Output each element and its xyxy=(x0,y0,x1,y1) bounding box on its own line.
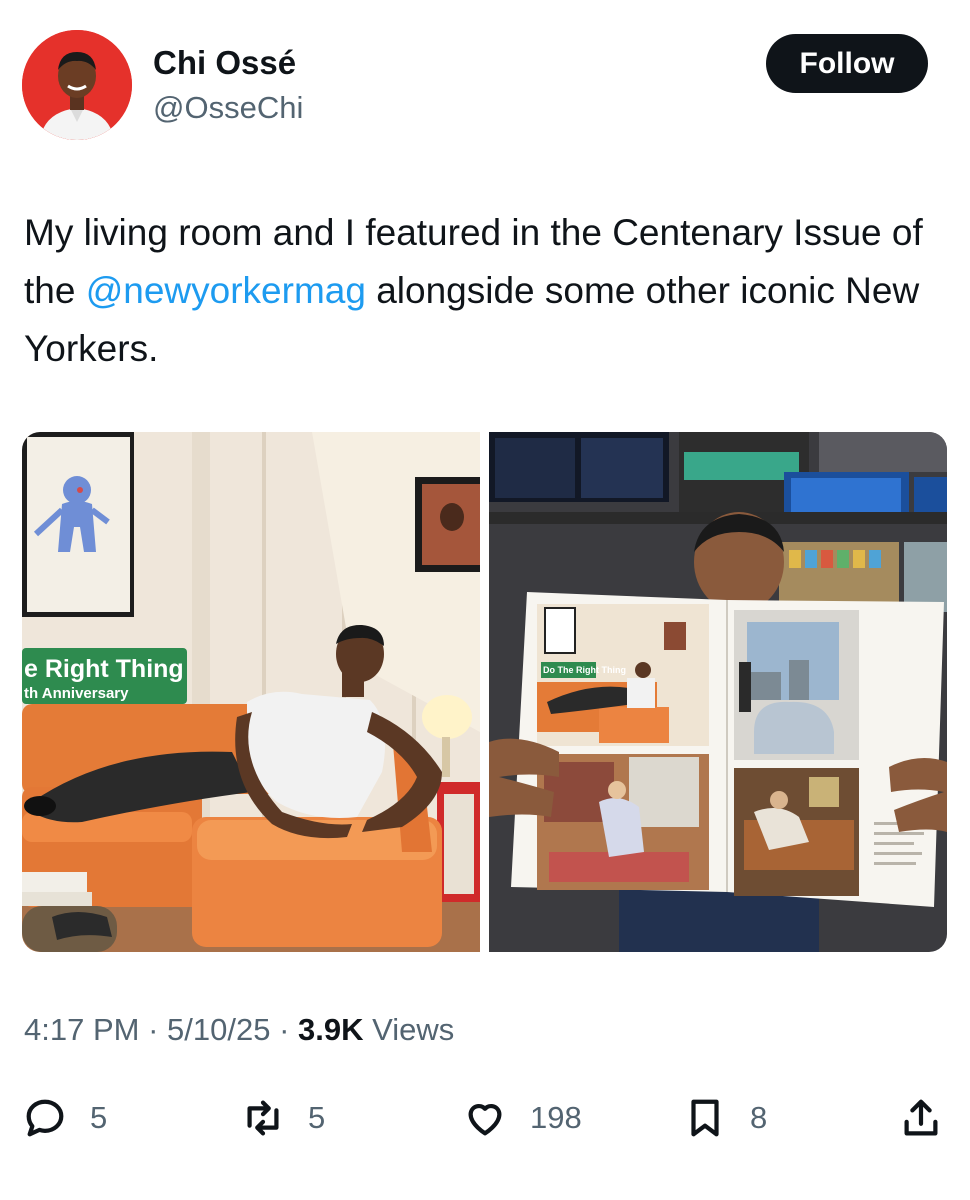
tweet-meta: 4:17 PM · 5/10/25 · 3.9K Views xyxy=(24,1012,454,1048)
meta-separator: · xyxy=(139,1012,168,1047)
magazine-sign-text: Do The Right Thing xyxy=(543,665,626,675)
photo-living-room[interactable]: e Right Thing th Anniversary xyxy=(22,432,480,952)
share-button[interactable] xyxy=(898,1093,944,1143)
bookmark-button[interactable]: 8 xyxy=(682,1093,767,1143)
tweet-time[interactable]: 4:17 PM xyxy=(24,1012,139,1047)
mention-link[interactable]: @newyorkermag xyxy=(86,270,366,311)
reply-icon xyxy=(26,1099,64,1137)
tweet-text: My living room and I featured in the Cen… xyxy=(24,204,924,378)
street-sign-subtext: th Anniversary xyxy=(24,685,129,702)
share-icon xyxy=(904,1099,938,1136)
repost-count: 5 xyxy=(308,1100,326,1135)
street-sign-text: e Right Thing xyxy=(24,655,184,683)
bookmark-count: 8 xyxy=(750,1100,768,1135)
like-count: 198 xyxy=(530,1100,582,1135)
views-count: 3.9K xyxy=(298,1012,364,1047)
like-icon xyxy=(468,1103,502,1136)
repost-button[interactable]: 5 xyxy=(240,1093,325,1143)
author-name[interactable]: Chi Ossé xyxy=(153,44,296,82)
tweet-date[interactable]: 5/10/25 xyxy=(167,1012,270,1047)
like-button[interactable]: 198 xyxy=(462,1093,582,1143)
photo-magazine[interactable]: Do The Right Thing xyxy=(489,432,947,952)
author-handle[interactable]: @OsseChi xyxy=(153,90,303,126)
meta-separator: · xyxy=(270,1012,299,1047)
avatar[interactable] xyxy=(22,30,132,140)
reply-count: 5 xyxy=(90,1100,108,1135)
follow-button[interactable]: Follow xyxy=(766,34,928,93)
views-label: Views xyxy=(363,1012,455,1047)
repost-icon xyxy=(247,1100,279,1136)
reply-button[interactable]: 5 xyxy=(22,1093,107,1143)
avatar-image xyxy=(22,30,132,140)
bookmark-icon xyxy=(691,1099,719,1137)
